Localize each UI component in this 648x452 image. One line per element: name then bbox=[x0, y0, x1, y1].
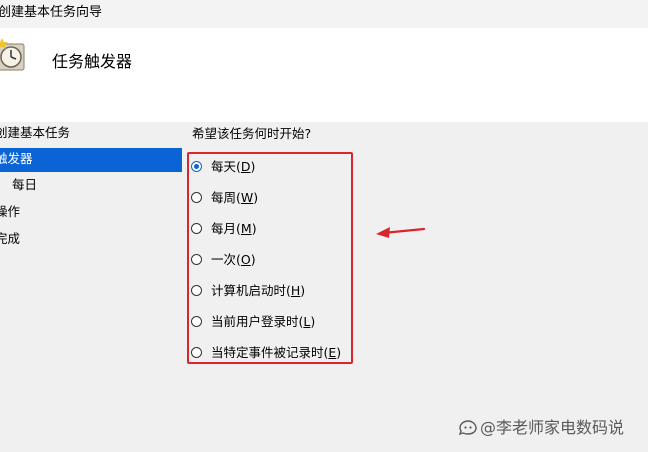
radio-button[interactable] bbox=[191, 347, 202, 358]
radio-label: 每周(W) bbox=[211, 190, 259, 205]
sidebar-item-label: 创建基本任务 bbox=[0, 125, 71, 140]
radio-button[interactable] bbox=[191, 285, 202, 296]
radio-button[interactable] bbox=[191, 316, 202, 327]
sidebar-item-label: 每日 bbox=[12, 177, 38, 192]
sidebar-item-label: 完成 bbox=[0, 231, 21, 246]
radio-button[interactable] bbox=[191, 192, 202, 203]
radio-label: 每天(D) bbox=[211, 159, 256, 174]
sidebar-item-create-basic-task[interactable]: 创建基本任务 bbox=[0, 122, 182, 146]
radio-label: 当前用户登录时(L) bbox=[211, 314, 316, 329]
watermark-text: @李老师家电数码说 bbox=[480, 418, 625, 437]
radio-button[interactable] bbox=[191, 161, 202, 172]
window-titlebar: 创建基本任务向导 bbox=[0, 0, 648, 28]
trigger-question: 希望该任务何时开始? bbox=[192, 126, 312, 141]
radio-label: 计算机启动时(H) bbox=[211, 283, 306, 298]
radio-label: 一次(O) bbox=[211, 252, 256, 267]
page-title: 任务触发器 bbox=[52, 52, 133, 71]
wizard-steps-sidebar: 创建基本任务 触发器 每日 操作 完成 bbox=[0, 122, 182, 452]
sidebar-item-daily[interactable]: 每日 bbox=[0, 174, 182, 198]
radio-button[interactable] bbox=[191, 223, 202, 234]
sidebar-item-trigger[interactable]: 触发器 bbox=[0, 148, 182, 172]
watermark-logo-icon bbox=[458, 420, 477, 435]
sidebar-item-finish[interactable]: 完成 bbox=[0, 228, 182, 252]
sidebar-item-label: 操作 bbox=[0, 204, 21, 219]
sidebar-item-action[interactable]: 操作 bbox=[0, 201, 182, 225]
radio-label: 当特定事件被记录时(E) bbox=[211, 345, 342, 360]
radio-button[interactable] bbox=[191, 254, 202, 265]
wizard-header: 任务触发器 bbox=[0, 28, 648, 122]
clock-task-icon bbox=[0, 38, 25, 71]
sidebar-item-label: 触发器 bbox=[0, 151, 33, 166]
radio-label: 每月(M) bbox=[211, 221, 257, 236]
window-title: 创建基本任务向导 bbox=[0, 5, 103, 20]
annotation-arrow-icon bbox=[376, 227, 426, 238]
